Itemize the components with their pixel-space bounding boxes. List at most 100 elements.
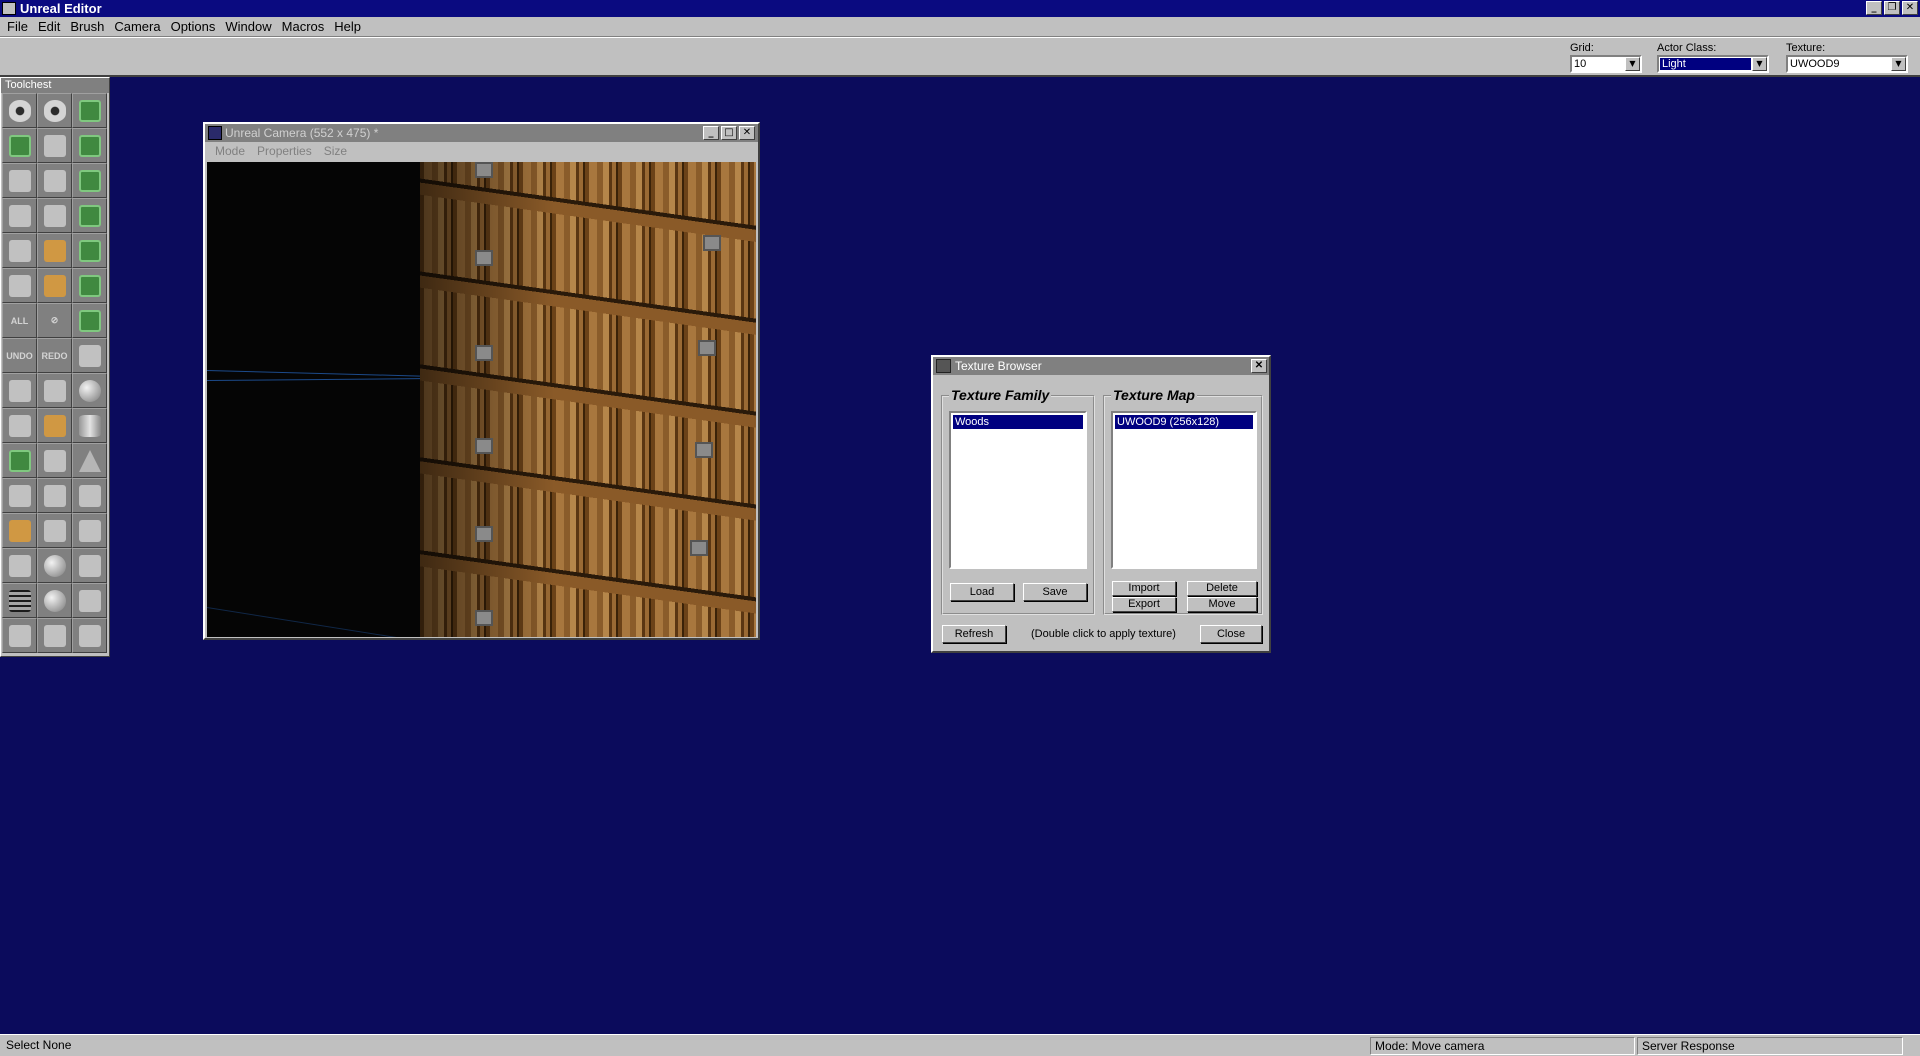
tool-curved-stairs[interactable] bbox=[72, 513, 107, 548]
actor-class-select[interactable]: Light ▼ bbox=[1657, 55, 1769, 73]
tool-move[interactable] bbox=[2, 128, 37, 163]
tool-vertex-edit[interactable] bbox=[2, 478, 37, 513]
menu-window[interactable]: Window bbox=[220, 19, 276, 34]
tool-mirror-y[interactable] bbox=[37, 373, 72, 408]
grid-select[interactable]: 10 ▼ bbox=[1570, 55, 1642, 73]
tool-stretch[interactable] bbox=[37, 198, 72, 233]
tool-vertex-snap[interactable] bbox=[37, 478, 72, 513]
tool-shear[interactable] bbox=[37, 163, 72, 198]
minimize-button[interactable]: _ bbox=[703, 126, 719, 140]
delete-button[interactable]: Delete bbox=[1187, 581, 1257, 596]
menu-file[interactable]: File bbox=[2, 19, 33, 34]
close-button[interactable]: ✕ bbox=[739, 126, 755, 140]
tool-sphere[interactable] bbox=[72, 373, 107, 408]
tool-light[interactable] bbox=[37, 233, 72, 268]
texture-family-list[interactable]: Woods bbox=[949, 411, 1087, 569]
tool-molecule[interactable] bbox=[37, 548, 72, 583]
tool-brush-snap[interactable] bbox=[72, 198, 107, 233]
chevron-down-icon[interactable]: ▼ bbox=[1891, 57, 1906, 71]
tool-terrain[interactable] bbox=[72, 583, 107, 618]
tool-cylinder[interactable] bbox=[72, 408, 107, 443]
minimize-button[interactable]: _ bbox=[1866, 1, 1882, 15]
tool-texture-rotate[interactable] bbox=[2, 268, 37, 303]
menu-macros[interactable]: Macros bbox=[277, 19, 330, 34]
restore-button[interactable]: ❐ bbox=[1884, 1, 1900, 15]
export-button[interactable]: Export bbox=[1112, 597, 1176, 612]
tool-vertex[interactable] bbox=[37, 128, 72, 163]
camera-viewport[interactable] bbox=[207, 162, 756, 637]
grid-line bbox=[207, 607, 418, 637]
stairs-icon bbox=[78, 484, 101, 507]
texture-select[interactable]: UWOOD9 ▼ bbox=[1786, 55, 1908, 73]
tool-brush-scale[interactable] bbox=[72, 128, 107, 163]
close-button[interactable]: ✕ bbox=[1251, 359, 1267, 373]
tool-intersect[interactable] bbox=[72, 303, 107, 338]
import-button[interactable]: Import bbox=[1112, 581, 1176, 596]
tool-align[interactable] bbox=[37, 513, 72, 548]
refresh-button[interactable]: Refresh bbox=[942, 625, 1006, 643]
sheet-icon bbox=[43, 449, 66, 472]
close-button[interactable]: ✕ bbox=[1902, 1, 1918, 15]
tool-undo[interactable]: UNDO bbox=[2, 338, 37, 373]
tool-rotate-brush[interactable] bbox=[2, 443, 37, 478]
move-arrows-icon bbox=[8, 134, 31, 157]
tool-brush-clip[interactable] bbox=[72, 93, 107, 128]
texture-browser-titlebar[interactable]: Texture Browser ✕ bbox=[933, 357, 1269, 375]
tool-texture-pan[interactable] bbox=[2, 233, 37, 268]
tool-brush-pen[interactable] bbox=[2, 513, 37, 548]
chevron-down-icon[interactable]: ▼ bbox=[1752, 57, 1767, 71]
tool-cube[interactable] bbox=[72, 338, 107, 373]
tool-save-map[interactable] bbox=[37, 618, 72, 653]
list-item[interactable]: UWOOD9 (256x128) bbox=[1115, 415, 1253, 429]
maximize-button[interactable]: □ bbox=[721, 126, 737, 140]
chevron-down-icon[interactable]: ▼ bbox=[1625, 57, 1640, 71]
tool-grid[interactable] bbox=[2, 583, 37, 618]
tool-sheet[interactable] bbox=[37, 443, 72, 478]
tool-spiral-stairs[interactable] bbox=[72, 548, 107, 583]
vertex-icon bbox=[43, 484, 66, 507]
tool-add-brush[interactable] bbox=[72, 233, 107, 268]
eye-icon bbox=[8, 99, 31, 122]
tool-subtract-brush[interactable] bbox=[72, 268, 107, 303]
align-icon bbox=[43, 519, 66, 542]
tool-brush-stretch[interactable] bbox=[72, 163, 107, 198]
tool-camera-zoom[interactable] bbox=[37, 93, 72, 128]
tool-mirror-z[interactable] bbox=[2, 408, 37, 443]
tool-help[interactable] bbox=[2, 618, 37, 653]
tool-cone[interactable] bbox=[72, 443, 107, 478]
tool-joystick[interactable] bbox=[2, 548, 37, 583]
camera-window-titlebar[interactable]: Unreal Camera (552 x 475) * _ □ ✕ bbox=[205, 124, 758, 142]
texture-map-list[interactable]: UWOOD9 (256x128) bbox=[1111, 411, 1257, 569]
close-dialog-button[interactable]: Close bbox=[1200, 625, 1262, 643]
tool-pencil[interactable] bbox=[37, 408, 72, 443]
tool-web[interactable] bbox=[37, 583, 72, 618]
tool-rotate[interactable] bbox=[2, 163, 37, 198]
tool-select-all[interactable]: ALL bbox=[2, 303, 37, 338]
save-button[interactable]: Save bbox=[1023, 583, 1087, 601]
list-item[interactable]: Woods bbox=[953, 415, 1083, 429]
menu-options[interactable]: Options bbox=[166, 19, 221, 34]
camera-menu-mode[interactable]: Mode bbox=[209, 144, 251, 158]
tool-scale[interactable] bbox=[2, 198, 37, 233]
menu-camera[interactable]: Camera bbox=[109, 19, 165, 34]
tool-stairs[interactable] bbox=[72, 478, 107, 513]
load-button[interactable]: Load bbox=[950, 583, 1014, 601]
mirror-icon bbox=[8, 414, 31, 437]
tool-redo[interactable]: REDO bbox=[37, 338, 72, 373]
select-none-icon: ⊘ bbox=[50, 315, 59, 325]
camera-menu-properties[interactable]: Properties bbox=[251, 144, 318, 158]
metal-plate bbox=[698, 340, 716, 356]
move-button[interactable]: Move bbox=[1187, 597, 1257, 612]
menu-brush[interactable]: Brush bbox=[65, 19, 109, 34]
tool-camera-move[interactable] bbox=[2, 93, 37, 128]
tool-mirror-x[interactable] bbox=[2, 373, 37, 408]
menu-edit[interactable]: Edit bbox=[33, 19, 65, 34]
actor-class-value: Light bbox=[1660, 58, 1751, 70]
tool-select-none[interactable]: ⊘ bbox=[37, 303, 72, 338]
tool-save-brush[interactable] bbox=[72, 618, 107, 653]
tool-texture-map[interactable] bbox=[37, 268, 72, 303]
menu-help[interactable]: Help bbox=[329, 19, 366, 34]
metal-plate bbox=[475, 526, 493, 542]
texture-field: Texture: UWOOD9 ▼ bbox=[1786, 42, 1908, 73]
camera-menu-size[interactable]: Size bbox=[318, 144, 353, 158]
